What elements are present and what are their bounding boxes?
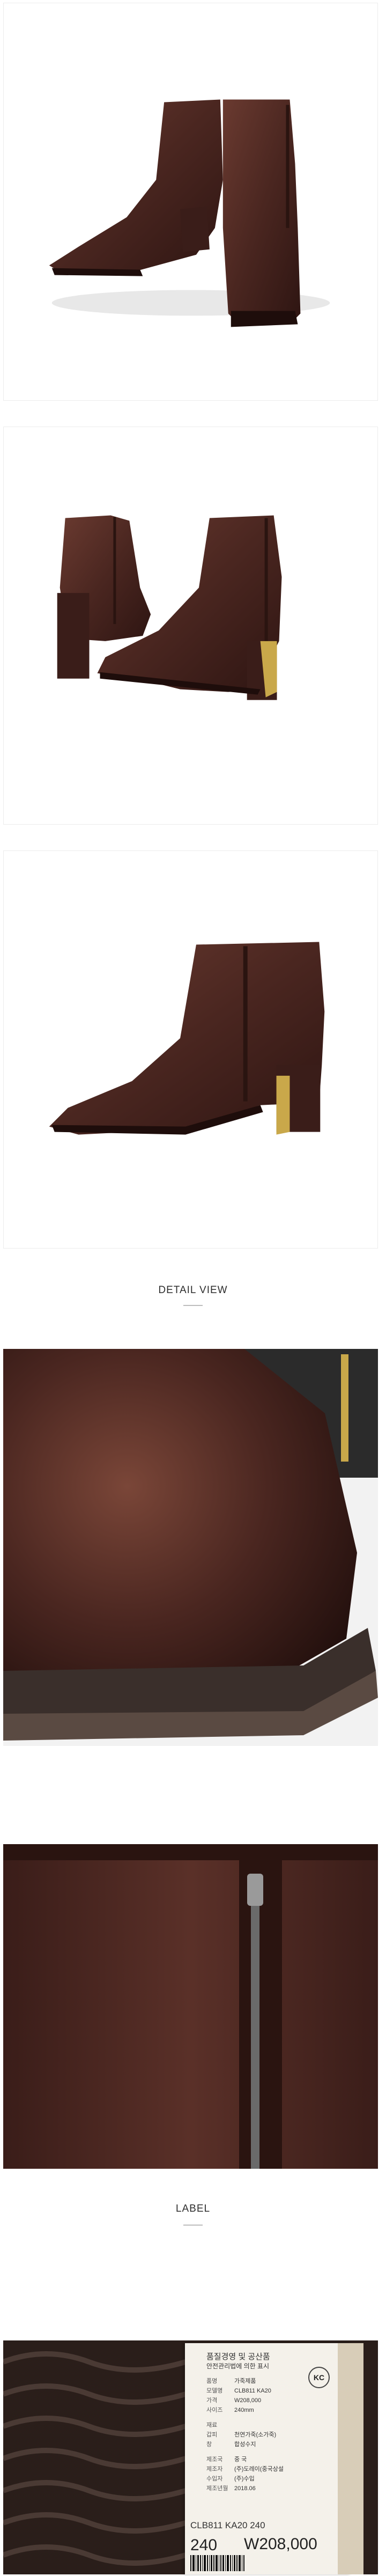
section-divider <box>183 2225 203 2226</box>
label-row: 모델명 CLB811 KA20 <box>206 2388 271 2394</box>
label-row: 갑피 천연가죽(소가죽) <box>206 2432 277 2438</box>
label-row: 사이즈 240mm <box>206 2407 254 2413</box>
label-row: 창 합성수지 <box>206 2441 256 2448</box>
label-price: W208,000 <box>244 2535 317 2553</box>
label-row: 재료 <box>206 2422 218 2428</box>
label-row: 품명 가죽제품 <box>206 2378 256 2384</box>
label-row: 수입자 (주)수입 <box>206 2476 255 2482</box>
barcode <box>190 2555 319 2571</box>
label-row: 제조자 (주)도레이(중국상설 <box>206 2466 284 2472</box>
tag-edge <box>338 2343 363 2574</box>
kc-cert-mark: KC <box>308 2367 330 2388</box>
label-title: 품질경영 및 공산품 <box>206 2352 270 2361</box>
boot-single-side-photo <box>3 850 378 1249</box>
boots-pair-front-photo <box>3 3 378 401</box>
section-divider <box>183 1305 203 1306</box>
size-label-sticker: 품질경영 및 공산품 안전관리법에 의한 표시 KC 품명 가죽제품 모델명 CLB… <box>185 2343 351 2574</box>
label-row: 제조국 중 국 <box>206 2456 247 2463</box>
section-title-label: LABEL <box>175 2203 211 2214</box>
label-subtitle: 안전관리법에 의한 표시 <box>206 2362 270 2370</box>
label-row: 제조년월 2018.06 <box>206 2485 256 2492</box>
section-title-detail-view: DETAIL VIEW <box>158 1285 228 1296</box>
label-size: 240 <box>190 2536 218 2554</box>
zipper-detail-photo <box>3 1772 378 2169</box>
toe-detail-photo <box>3 1349 378 1746</box>
label-footer-codes: CLB811 KA20 240 <box>190 2520 265 2530</box>
boots-pair-side-photo <box>3 427 378 825</box>
label-row: 가격 W208,000 <box>206 2397 262 2404</box>
